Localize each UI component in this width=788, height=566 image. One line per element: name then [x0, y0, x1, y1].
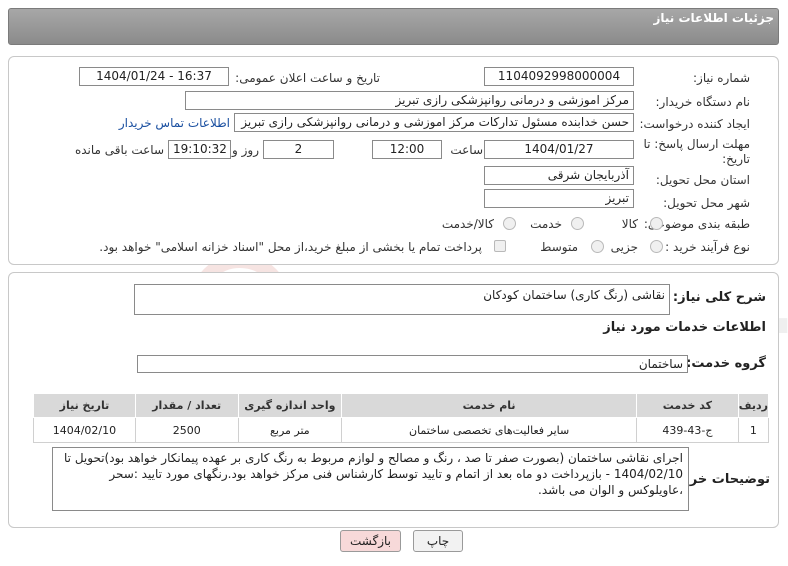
remaining-label: ساعت باقی مانده	[74, 143, 164, 157]
category-goods-service-label: کالا/خدمت	[441, 217, 494, 231]
cell-row-number: 1	[737, 417, 770, 443]
service-group-field: ساختمان	[137, 355, 688, 373]
service-group-label: گروه خدمت:	[686, 356, 766, 371]
announce-field: 1404/01/24 - 16:37	[79, 67, 229, 86]
buyer-contact-link[interactable]: اطلاعات تماس خریدار	[119, 116, 230, 130]
col-service-name: نام خدمت	[341, 393, 638, 418]
time-label: ساعت	[450, 143, 483, 157]
category-goods-radio[interactable]	[650, 217, 663, 230]
announce-label: تاریخ و ساعت اعلان عمومی:	[235, 71, 380, 85]
process-label: نوع فرآیند خرید :	[665, 240, 750, 254]
process-minor-label: جزیی	[610, 240, 638, 254]
col-need-date: تاریخ نیاز	[33, 393, 136, 418]
col-service-code: کد خدمت	[636, 393, 739, 418]
city-label: شهر محل تحویل:	[663, 196, 750, 210]
page-title: جزئیات اطلاعات نیاز	[653, 11, 774, 25]
process-minor-radio[interactable]	[650, 240, 663, 253]
need-number-label: شماره نیاز:	[693, 71, 750, 85]
province-label: استان محل تحویل:	[655, 173, 750, 187]
buyer-org-label: نام دستگاه خریدار:	[655, 95, 751, 109]
city-field: تبریز	[484, 189, 634, 208]
days-label: روز و	[232, 143, 259, 157]
province-field: آذربایجان شرقی	[484, 166, 634, 185]
category-goods-label: کالا	[621, 217, 638, 231]
process-medium-radio[interactable]	[591, 240, 604, 253]
print-button[interactable]: چاپ	[413, 530, 463, 552]
deadline-date-field: 1404/01/27	[484, 140, 634, 159]
col-quantity: تعداد / مقدار	[134, 393, 239, 418]
deadline-label: مهلت ارسال پاسخ: تا تاریخ:	[643, 137, 750, 166]
remaining-time-field: 19:10:32	[168, 140, 231, 159]
buyer-org-field: مرکز اموزشی و درمانی روانپزشکی رازی تبری…	[185, 91, 634, 110]
deadline-time-field: 12:00	[372, 140, 442, 159]
category-goods-service-radio[interactable]	[503, 217, 516, 230]
process-medium-label: متوسط	[540, 240, 578, 254]
cell-need-date: 1404/02/10	[33, 417, 136, 443]
table-row: 1 ج-43-439 سایر فعالیت‌های تخصصی ساختمان…	[33, 417, 770, 443]
cell-service-code: ج-43-439	[636, 417, 739, 443]
creator-field: حسن خدابنده مسئول تدارکات مرکز اموزشی و …	[234, 113, 634, 132]
services-section-title: اطلاعات خدمات مورد نیاز	[603, 320, 766, 335]
creator-label: ایجاد کننده درخواست:	[639, 117, 750, 131]
days-field: 2	[263, 140, 334, 159]
category-service-label: خدمت	[530, 217, 562, 231]
col-row-number: ردیف	[737, 393, 770, 418]
table-header-row: ردیف کد خدمت نام خدمت واحد اندازه گیری ت…	[33, 393, 770, 418]
col-unit: واحد اندازه گیری	[237, 393, 343, 418]
cell-quantity: 2500	[134, 417, 239, 443]
cell-unit: متر مربع	[237, 417, 343, 443]
back-button[interactable]: بازگشت	[340, 530, 401, 552]
summary-label: شرح کلی نیاز:	[672, 290, 766, 305]
summary-field: نقاشی (رنگ کاری) ساختمان کودکان	[134, 284, 670, 315]
services-table: ردیف کد خدمت نام خدمت واحد اندازه گیری ت…	[33, 393, 770, 443]
need-number-field: 1104092998000004	[484, 67, 634, 86]
treasury-payment-checkbox[interactable]	[494, 240, 506, 252]
cell-service-name: سایر فعالیت‌های تخصصی ساختمان	[341, 417, 638, 443]
buyer-notes-field: اجرای نقاشی ساختمان (بصورت صفر تا صد ، ر…	[52, 447, 689, 511]
category-service-radio[interactable]	[571, 217, 584, 230]
treasury-payment-note: پرداخت تمام یا بخشی از مبلغ خرید،از محل …	[99, 240, 482, 254]
